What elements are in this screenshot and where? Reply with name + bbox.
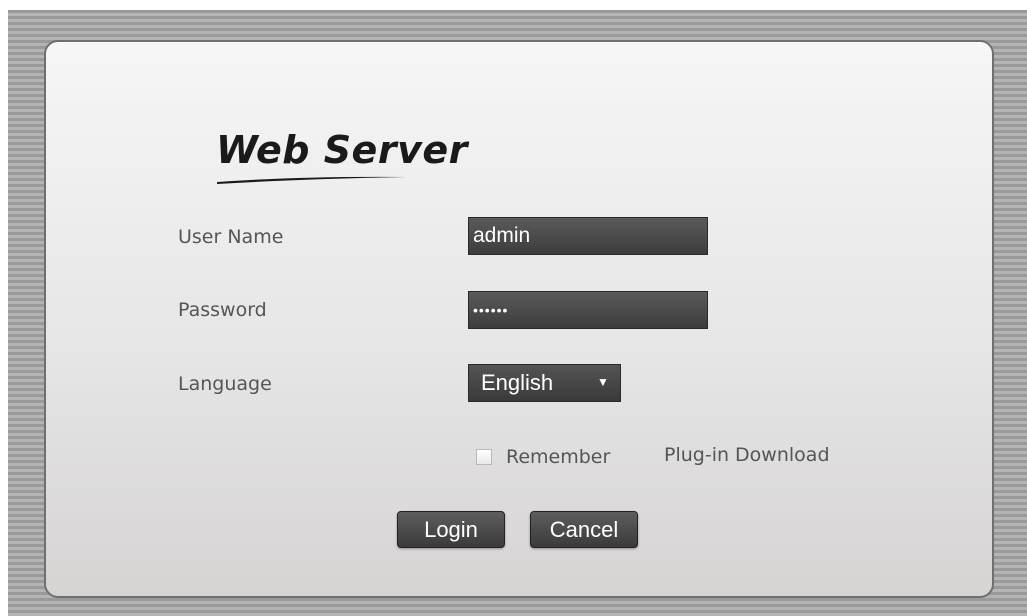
language-selected-value: English: [481, 370, 554, 395]
remember-label: Remember: [506, 446, 611, 468]
username-input[interactable]: [468, 217, 708, 255]
remember-option[interactable]: Remember: [476, 444, 610, 470]
language-select[interactable]: English ▼: [468, 364, 621, 402]
logo-text: Web Server: [216, 128, 468, 172]
username-label: User Name: [178, 226, 284, 248]
password-input[interactable]: [468, 291, 708, 329]
logo-underline: [217, 176, 407, 184]
password-label: Password: [178, 299, 267, 321]
language-label: Language: [178, 373, 272, 395]
cancel-button[interactable]: Cancel: [530, 511, 638, 548]
chevron-down-icon: ▼: [597, 375, 609, 389]
remember-checkbox[interactable]: [476, 449, 492, 465]
web-server-logo: Web Server: [171, 113, 491, 189]
plugin-download-link[interactable]: Plug-in Download: [664, 444, 830, 466]
login-button[interactable]: Login: [397, 511, 505, 548]
